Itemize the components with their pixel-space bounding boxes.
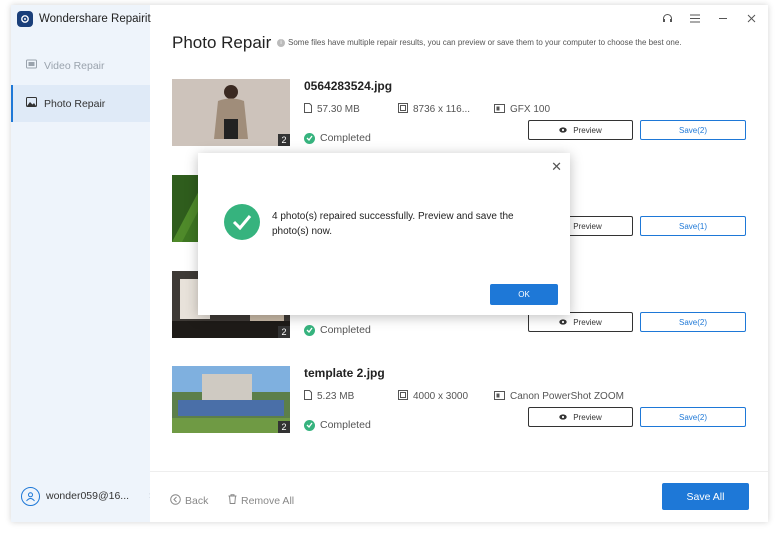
remove-all-button[interactable]: Remove All xyxy=(228,494,294,507)
version-count-badge: 2 xyxy=(278,134,290,146)
sidebar-item-video-repair[interactable]: Video Repair xyxy=(11,47,150,84)
preview-button[interactable]: Preview xyxy=(528,312,633,332)
file-resolution: 8736 x 116... xyxy=(413,104,471,115)
eye-icon xyxy=(559,413,567,422)
avatar-icon xyxy=(21,486,40,506)
check-circle-icon xyxy=(304,324,315,336)
headset-support-icon[interactable] xyxy=(660,11,674,25)
status-text: Completed xyxy=(320,324,371,336)
photo-thumbnail[interactable]: 2 xyxy=(172,366,290,433)
page-title: Photo Repair xyxy=(172,33,272,52)
close-icon[interactable]: ✕ xyxy=(551,159,562,175)
back-button[interactable]: Back xyxy=(170,494,208,508)
file-name: 0564283524.jpg xyxy=(304,79,393,93)
status-text: Completed xyxy=(320,132,371,144)
menu-icon[interactable] xyxy=(688,11,702,25)
image-icon xyxy=(26,97,37,110)
camera-model: Canon PowerShot ZOOM xyxy=(510,391,624,402)
minimize-icon[interactable] xyxy=(716,11,730,25)
ok-button[interactable]: OK xyxy=(490,284,558,305)
trash-icon xyxy=(228,494,237,507)
file-size: 5.23 MB xyxy=(317,391,355,402)
back-arrow-icon xyxy=(170,494,181,508)
success-dialog: ✕ 4 photo(s) repaired successfully. Prev… xyxy=(198,153,570,315)
save-button[interactable]: Save(2) xyxy=(640,120,746,140)
camera-icon xyxy=(494,390,505,403)
success-check-icon xyxy=(224,204,260,240)
file-icon xyxy=(304,103,312,116)
status: Completed xyxy=(304,419,371,431)
app-title: Wondershare Repairit xyxy=(39,13,151,25)
repairit-logo-icon xyxy=(17,11,33,27)
photo-thumbnail[interactable]: 2 xyxy=(172,79,290,146)
file-meta: 5.23 MB 4000 x 3000 Canon PowerShot ZOOM xyxy=(304,390,624,403)
status: Completed xyxy=(304,324,371,336)
check-circle-icon xyxy=(304,132,315,144)
dialog-message: 4 photo(s) repaired successfully. Previe… xyxy=(272,211,514,237)
user-account[interactable]: wonder059@16... › xyxy=(21,484,153,508)
preview-button[interactable]: Preview xyxy=(528,120,633,140)
file-name: template 2.jpg xyxy=(304,366,385,380)
resolution-icon xyxy=(398,103,408,116)
sidebar: Wondershare Repairit Video Repair Photo … xyxy=(11,5,153,522)
brand: Wondershare Repairit xyxy=(17,9,151,29)
save-button[interactable]: Save(2) xyxy=(640,407,746,427)
save-button[interactable]: Save(1) xyxy=(640,216,746,236)
info-icon: i xyxy=(277,38,285,47)
status-text: Completed xyxy=(320,419,371,431)
list-item: 2 template 2.jpg 5.23 MB 4000 x 3000 Can… xyxy=(172,366,757,436)
file-meta: 57.30 MB 8736 x 116... GFX 100 xyxy=(304,103,550,116)
sidebar-item-photo-repair[interactable]: Photo Repair xyxy=(11,85,150,122)
version-count-badge: 2 xyxy=(278,421,290,433)
list-item: 2 0564283524.jpg 57.30 MB 8736 x 116... … xyxy=(172,79,757,149)
preview-button[interactable]: Preview xyxy=(528,407,633,427)
close-icon[interactable] xyxy=(744,11,758,25)
status: Completed xyxy=(304,132,371,144)
bottom-bar: Back Remove All Save All xyxy=(150,471,768,522)
file-resolution: 4000 x 3000 xyxy=(413,391,469,402)
video-icon xyxy=(26,59,37,72)
save-all-button[interactable]: Save All xyxy=(662,483,749,510)
check-circle-icon xyxy=(304,419,315,431)
resolution-icon xyxy=(398,390,408,403)
version-count-badge: 2 xyxy=(278,326,290,338)
eye-icon xyxy=(559,126,567,135)
sidebar-item-label: Photo Repair xyxy=(44,97,106,110)
sidebar-item-label: Video Repair xyxy=(44,59,105,72)
file-size: 57.30 MB xyxy=(317,104,360,115)
hint-text: i Some files have multiple repair result… xyxy=(277,38,682,47)
user-email: wonder059@16... xyxy=(46,490,130,502)
camera-icon xyxy=(494,103,505,116)
window-controls xyxy=(660,11,758,25)
save-button[interactable]: Save(2) xyxy=(640,312,746,332)
eye-icon xyxy=(559,318,567,327)
camera-model: GFX 100 xyxy=(510,104,551,115)
file-icon xyxy=(304,390,312,403)
